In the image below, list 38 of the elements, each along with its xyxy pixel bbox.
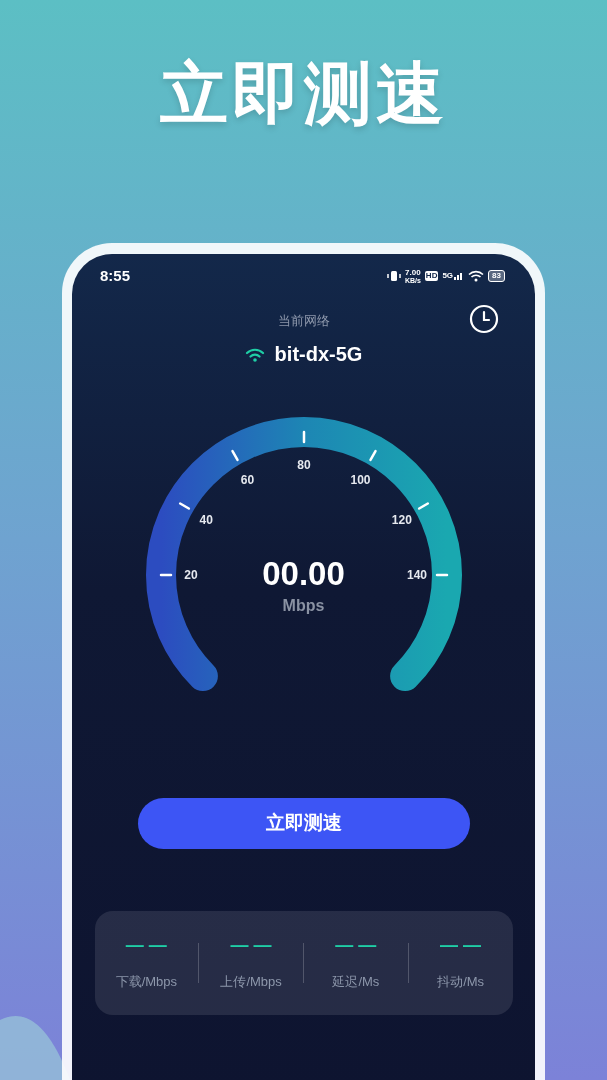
stat-label: 下载/Mbps: [115, 973, 178, 991]
scale-label: 40: [198, 513, 213, 527]
signal-icon: [454, 272, 465, 280]
tick-mark: [368, 449, 377, 462]
tick-mark: [435, 573, 448, 577]
start-test-button[interactable]: 立即测速: [137, 798, 470, 849]
speed-unit: Mbps: [282, 596, 325, 616]
stat-value: — —: [125, 935, 167, 955]
stat-label: 延迟/Ms: [332, 973, 380, 991]
tick-mark: [302, 430, 305, 444]
stat-value: — —: [230, 935, 272, 955]
scale-label: 60: [240, 472, 254, 487]
scale-label: 20: [183, 568, 198, 582]
tick-mark: [178, 502, 190, 510]
stat-value: — —: [440, 935, 482, 955]
wifi-icon: [468, 270, 485, 282]
tick-mark: [417, 502, 429, 510]
headline: 立即测速: [159, 53, 448, 135]
history-clock-icon[interactable]: [469, 304, 499, 334]
scale-label: 120: [391, 513, 412, 527]
tick-mark: [159, 573, 172, 577]
tick-mark: [230, 449, 239, 462]
network-name: bit-dx-5G: [274, 342, 363, 367]
network-type: 5G: [442, 272, 454, 280]
network-label: 当前网络: [277, 312, 330, 330]
vibrate-icon: [386, 270, 401, 282]
stat-value: — —: [335, 935, 377, 955]
scale-label: 140: [406, 568, 427, 582]
hd-badge: HD: [424, 271, 439, 281]
scale-label: 100: [350, 472, 370, 487]
speed-reading: 00.00: [262, 554, 345, 594]
net-speed: 7.00: [405, 268, 421, 277]
battery-level: 83: [488, 270, 505, 282]
status-time: 8:55: [100, 265, 131, 286]
stat-label: 上传/Mbps: [220, 973, 282, 991]
scale-label: 80: [296, 458, 311, 472]
stat-label: 抖动/Ms: [437, 973, 485, 991]
wifi-icon: [244, 346, 265, 362]
